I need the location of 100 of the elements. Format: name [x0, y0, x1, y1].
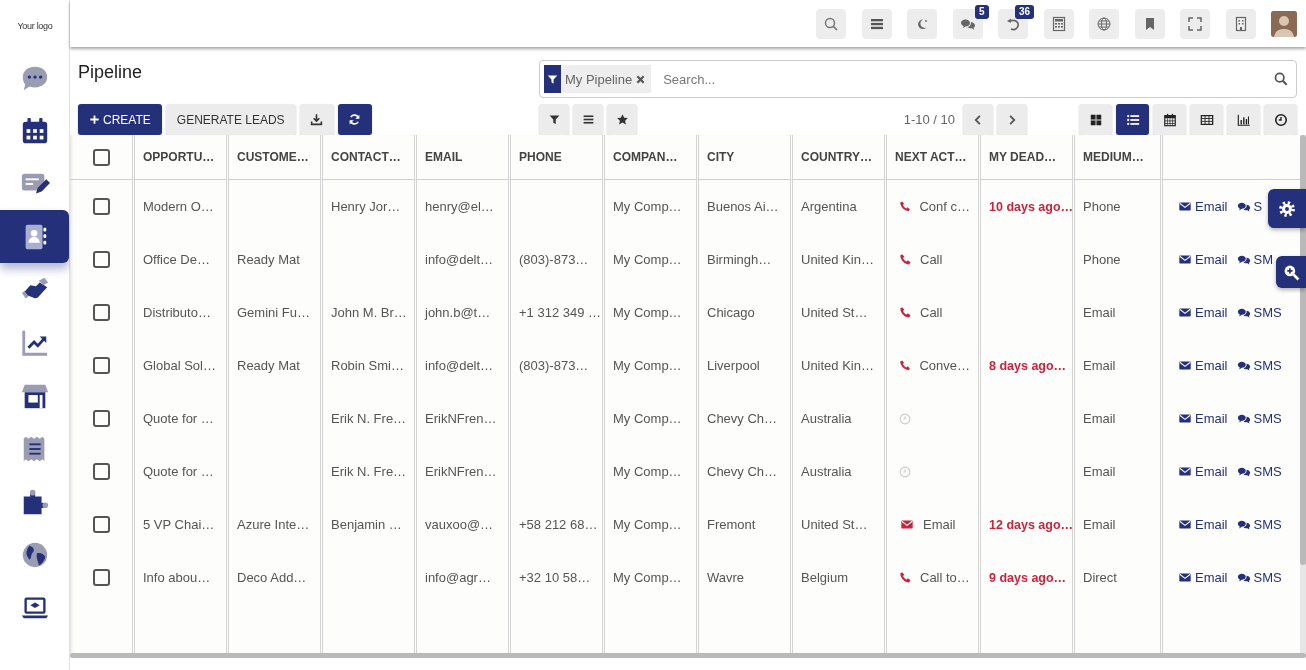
sms-link[interactable]: SMS [1235, 411, 1282, 426]
toolbar-button[interactable] [1180, 8, 1210, 39]
create-button[interactable]: CREATE [78, 104, 162, 135]
toolbar-button[interactable] [1043, 8, 1074, 39]
table-cell: United St… [801, 305, 868, 320]
search-field[interactable]: My Pipeline Search... [539, 60, 1297, 98]
scrollbar[interactable] [70, 653, 1306, 658]
avatar[interactable] [1271, 10, 1297, 37]
sms-link[interactable]: SM [1235, 252, 1273, 267]
envelope-icon [1177, 412, 1193, 425]
pager-text: 1-10 / 10 [903, 112, 955, 127]
filter-button[interactable] [539, 104, 569, 135]
envelope-icon [1177, 253, 1193, 266]
email-link[interactable]: Email [1177, 199, 1228, 214]
sms-link[interactable]: SMS [1235, 358, 1282, 373]
checkbox[interactable] [92, 148, 110, 166]
group-by-button[interactable] [573, 104, 603, 135]
sms-link[interactable]: SMS [1235, 464, 1282, 479]
column-header[interactable]: MY DEAD… [989, 150, 1057, 164]
zoom-in-icon [1282, 263, 1300, 281]
clock-icon [899, 465, 911, 478]
table-cell: Henry Jor… [331, 199, 401, 214]
checkbox[interactable] [92, 516, 110, 533]
table-cell: Chicago [707, 305, 755, 320]
table-cell: Direct [1083, 570, 1117, 585]
table-cell: Ready Mat [237, 252, 300, 267]
search-icon [1274, 72, 1288, 86]
refresh-button[interactable] [337, 104, 372, 135]
email-link[interactable]: Email [1177, 411, 1228, 426]
view-button[interactable] [1227, 104, 1260, 135]
toolbar-button[interactable] [861, 8, 892, 39]
table-cell: My Comp… [613, 358, 682, 373]
column-header[interactable]: OPPORTU… [143, 150, 215, 164]
column-header[interactable]: PHONE [519, 150, 562, 164]
chevron-left-icon [972, 113, 984, 126]
view-button[interactable] [1153, 104, 1186, 135]
table-icon [1199, 112, 1214, 127]
view-button[interactable] [1116, 104, 1149, 135]
sms-link[interactable]: SMS [1235, 570, 1282, 585]
filter-facet[interactable]: My Pipeline [544, 65, 652, 93]
email-link[interactable]: Email [1177, 252, 1228, 267]
column-header[interactable]: CITY [707, 150, 735, 164]
generate-leads-button[interactable]: GENERATE LEADS [165, 104, 296, 135]
email-link[interactable]: Email [1177, 464, 1228, 479]
sms-link[interactable]: SMS [1235, 305, 1282, 320]
view-button[interactable] [1079, 104, 1112, 135]
email-link[interactable]: Email [1177, 358, 1228, 373]
column-header[interactable]: COMPAN… [613, 150, 678, 164]
toolbar-button[interactable] [1089, 8, 1119, 39]
email-link[interactable]: Email [1177, 570, 1228, 585]
column-header[interactable]: NEXT ACT… [895, 150, 967, 164]
zoom-in-button[interactable] [1276, 256, 1306, 288]
activity-text: Conve… [919, 358, 970, 373]
column-header[interactable]: CONTACT… [331, 150, 401, 164]
checkbox[interactable] [92, 569, 110, 586]
activity-text: Conf c… [919, 199, 970, 214]
column-header[interactable]: MEDIUM… [1083, 150, 1144, 164]
email-link[interactable]: Email [1177, 517, 1228, 532]
favorites-button[interactable] [607, 104, 637, 135]
settings-button[interactable] [1268, 189, 1306, 228]
toolbar-button[interactable] [1225, 8, 1256, 39]
envelope-icon [1177, 200, 1193, 213]
search-input[interactable]: Search... [661, 70, 1264, 88]
calculator-icon [1050, 15, 1067, 32]
column-header[interactable]: CUSTOME… [237, 150, 309, 164]
column-header[interactable]: COUNTRY… [801, 150, 872, 164]
checkbox[interactable] [92, 410, 110, 427]
list-icon [1125, 112, 1140, 127]
column-header[interactable]: EMAIL [425, 150, 463, 164]
checkbox[interactable] [92, 463, 110, 480]
filter-icon [547, 113, 561, 126]
checkbox[interactable] [92, 304, 110, 321]
checkbox[interactable] [92, 357, 110, 374]
table-cell: My Comp… [613, 411, 682, 426]
sms-link[interactable]: SMS [1235, 517, 1282, 532]
table-cell: United St… [801, 517, 868, 532]
table-cell: john.b@t… [425, 305, 491, 320]
table-cell: Buenos Ai… [707, 199, 779, 214]
clock-icon [899, 412, 911, 425]
table-cell: Chevy Ch… [707, 464, 778, 479]
toolbar-button[interactable] [1134, 8, 1165, 39]
table-cell: Gemini Fu… [237, 305, 310, 320]
sms-link[interactable]: S [1235, 199, 1263, 214]
sidebar-item[interactable] [0, 210, 69, 263]
table-cell: henry@el… [425, 199, 494, 214]
clock-icon [1273, 112, 1288, 127]
table-cell: Wavre [707, 570, 745, 585]
toolbar-button[interactable] [907, 8, 937, 39]
view-button[interactable] [1190, 104, 1223, 135]
logo-text: Your logo [17, 20, 53, 31]
view-button[interactable] [1264, 104, 1297, 135]
toolbar-button[interactable] [816, 8, 846, 39]
download-button[interactable] [299, 104, 334, 135]
table-cell: Quote for … [143, 464, 214, 479]
checkbox[interactable] [92, 251, 110, 268]
table-cell: +1 312 349 … [519, 305, 602, 320]
checkbox[interactable] [92, 198, 110, 215]
table-cell: Erik N. Fre… [331, 411, 407, 426]
email-link[interactable]: Email [1177, 305, 1228, 320]
table-cell: United Kin… [801, 358, 874, 373]
